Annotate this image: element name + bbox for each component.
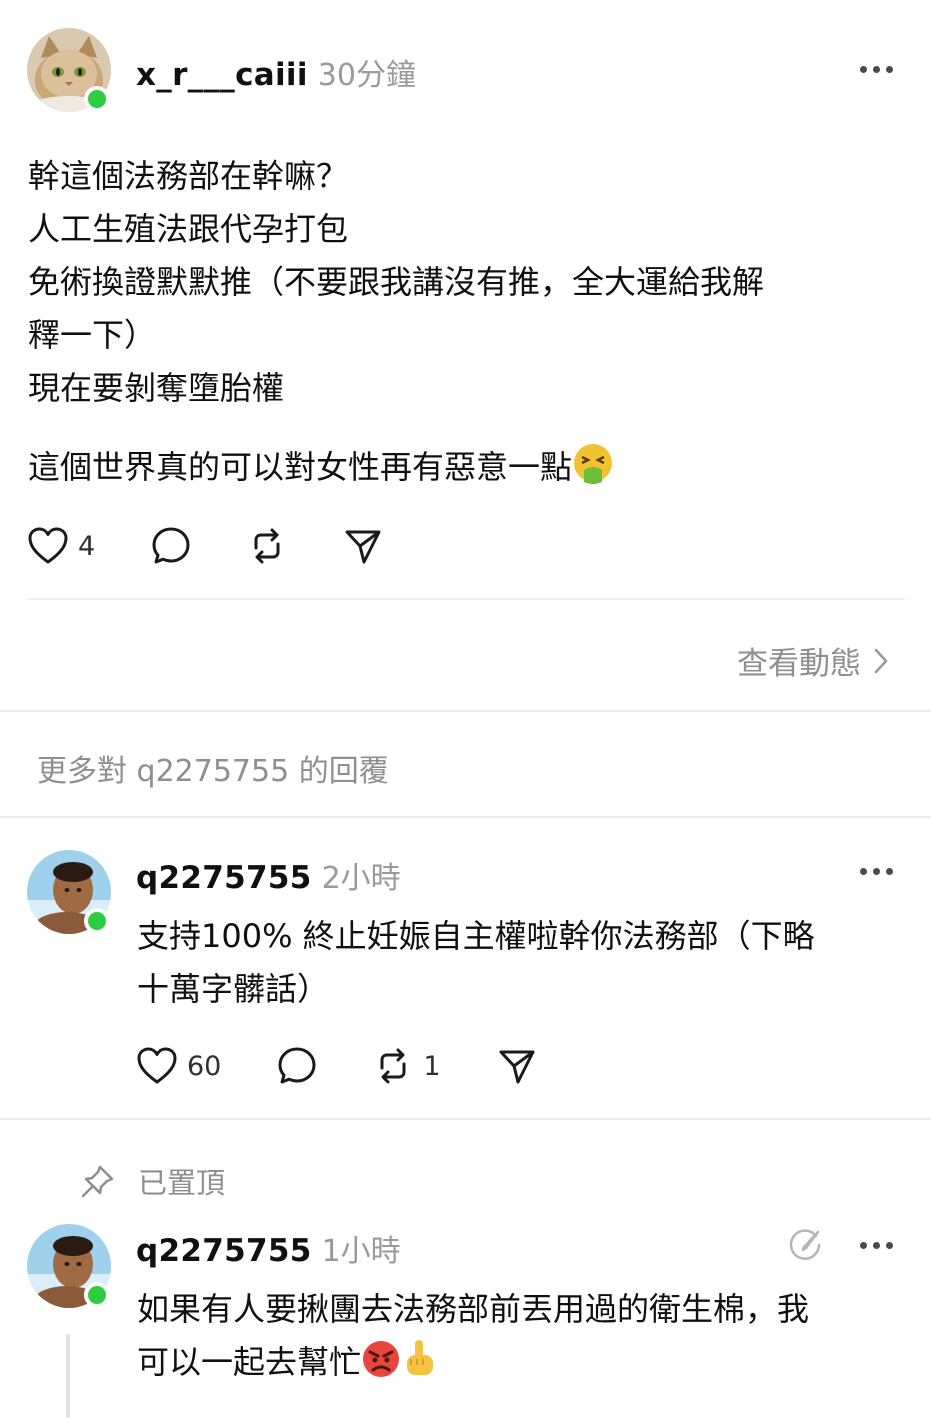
like-button[interactable]: 4 — [28, 527, 95, 565]
post-line: 人工生殖法跟代孕打包 — [28, 210, 349, 248]
like-count: 60 — [187, 1050, 222, 1082]
online-status-dot — [84, 1282, 110, 1308]
heart-icon — [28, 527, 68, 564]
post-actions: 4 — [28, 526, 383, 566]
post-line: 現在要剝奪墮胎權 — [28, 369, 285, 407]
reply-line: 支持100% 終止妊娠自主權啦幹你法務部（下略 — [137, 917, 815, 955]
edit-circle-icon — [789, 1229, 821, 1260]
view-activity-label: 查看動態 — [737, 646, 861, 682]
repost-button[interactable]: 1 — [373, 1046, 441, 1086]
online-status-dot — [84, 908, 110, 934]
repost-count: 1 — [423, 1050, 441, 1082]
nauseated-face-emoji-icon — [574, 444, 613, 484]
more-dots-icon[interactable] — [860, 1242, 893, 1249]
section-divider — [0, 710, 931, 712]
pin-icon — [81, 1165, 114, 1198]
like-button[interactable]: 60 — [137, 1047, 221, 1085]
post-closing: 這個世界真的可以對女性再有惡意一點 — [28, 441, 614, 494]
more-dots-icon[interactable] — [860, 66, 893, 73]
online-status-dot — [84, 86, 110, 112]
pinned-label: 已置頂 — [138, 1166, 226, 1200]
reply-line: 十萬字髒話） — [137, 970, 330, 1008]
repost-icon — [380, 1048, 406, 1084]
post-line: 免術換證默默推（不要跟我講沒有推，全大運給我解 — [28, 263, 765, 301]
heart-icon — [137, 1047, 177, 1084]
comment-button[interactable] — [277, 1046, 317, 1086]
comment-bubble-icon — [152, 527, 190, 564]
reply-time: 1小時 — [321, 1234, 401, 1269]
post-body: 幹這個法務部在幹嘛？ 人工生殖法跟代孕打包 免術換證默默推（不要跟我講沒有推，全… — [28, 150, 908, 415]
share-button[interactable] — [497, 1046, 537, 1086]
view-activity-link[interactable]: 查看動態 — [737, 638, 889, 683]
more-replies-header: 更多對 q2275755 的回覆 — [37, 754, 389, 789]
section-divider — [0, 816, 931, 818]
send-icon — [345, 530, 381, 564]
pinned-indicator: 已置頂 — [80, 1160, 225, 1202]
reply-username[interactable]: q2275755 — [136, 1233, 312, 1269]
reply-body: 如果有人要揪團去法務部前丟用過的衛生棉，我 可以一起去幫忙 — [137, 1283, 907, 1389]
repost-icon — [254, 528, 280, 564]
comment-button[interactable] — [151, 526, 191, 566]
repost-button[interactable] — [247, 526, 287, 566]
section-divider — [0, 1118, 931, 1120]
post-time: 30分鐘 — [317, 58, 416, 93]
send-icon — [499, 1050, 535, 1084]
like-count: 4 — [78, 530, 96, 562]
reply-line-text: 可以一起去幫忙 — [137, 1343, 362, 1381]
more-dots-icon[interactable] — [860, 868, 893, 875]
reply-username[interactable]: q2275755 — [136, 860, 312, 896]
post-line: 釋一下） — [28, 316, 157, 354]
reply-actions: 60 1 — [137, 1046, 537, 1086]
post-username[interactable]: x_r___caiii — [136, 57, 308, 93]
divider — [27, 598, 905, 600]
share-button[interactable] — [343, 526, 383, 566]
comment-bubble-icon — [278, 1047, 316, 1084]
reply-time: 2小時 — [321, 861, 401, 896]
thread-line — [66, 1334, 70, 1418]
edit-button[interactable] — [786, 1226, 824, 1268]
post-line: 幹這個法務部在幹嘛？ — [28, 157, 349, 195]
chevron-right-icon — [874, 648, 888, 673]
reply-line-2: 可以一起去幫忙 — [137, 1336, 907, 1389]
angry-face-emoji-icon — [363, 1341, 400, 1377]
reply-line: 如果有人要揪團去法務部前丟用過的衛生棉，我 — [137, 1290, 810, 1328]
reply-body: 支持100% 終止妊娠自主權啦幹你法務部（下略 十萬字髒話） — [137, 910, 907, 1016]
middle-finger-emoji-icon — [407, 1340, 434, 1375]
post-closing-text: 這個世界真的可以對女性再有惡意一點 — [28, 448, 573, 486]
